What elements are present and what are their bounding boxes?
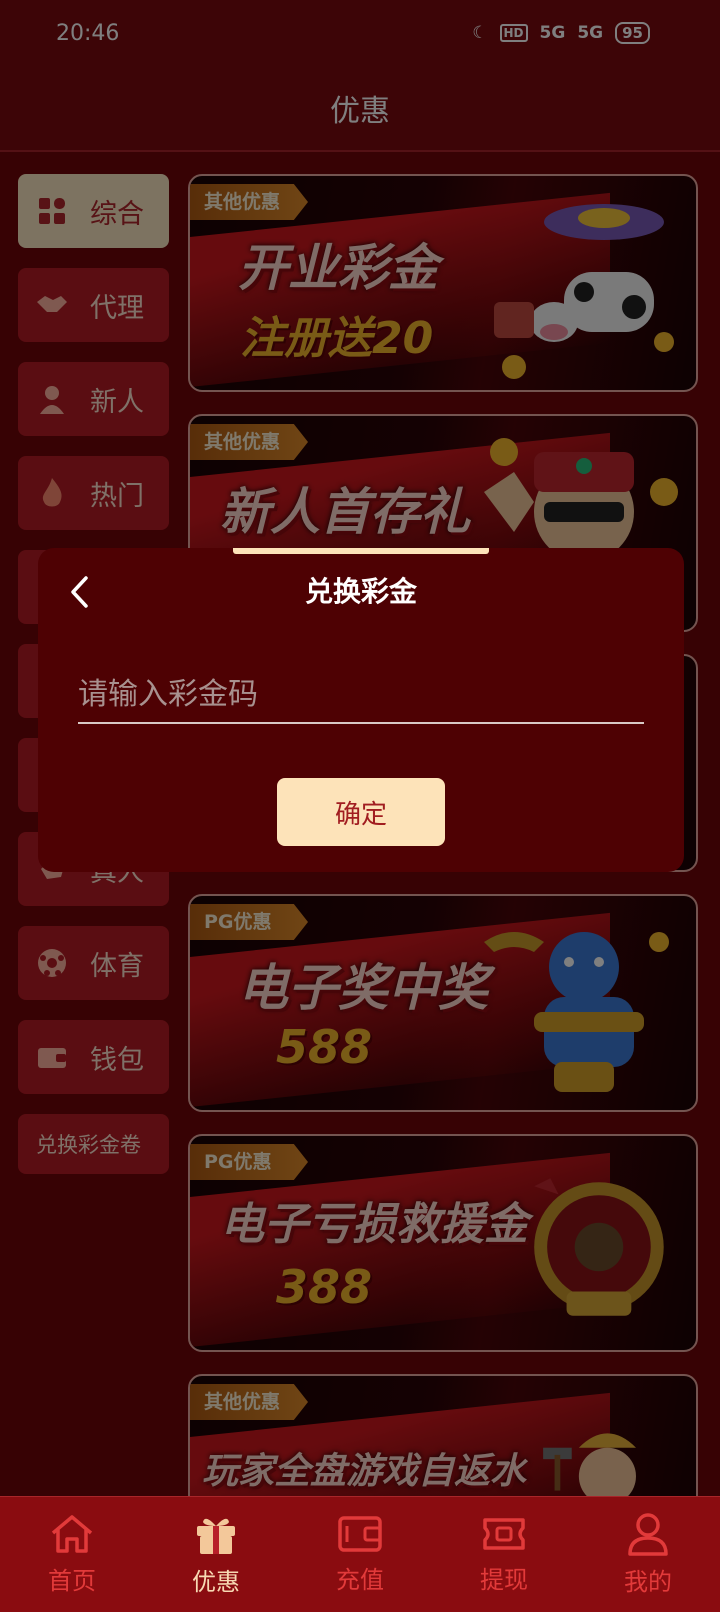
gift-icon: [197, 1518, 235, 1554]
wallet-icon: [338, 1516, 382, 1552]
tab-label: 我的: [624, 1568, 672, 1596]
redeem-dialog: 兑换彩金 确定: [38, 548, 684, 872]
ticket-icon: [483, 1518, 525, 1550]
tab-withdraw[interactable]: 提现: [432, 1497, 576, 1612]
bottom-tab-bar: 首页 优惠 充值 提现 我的: [0, 1496, 720, 1612]
dialog-accent-bar: [233, 548, 489, 554]
tab-home[interactable]: 首页: [0, 1497, 144, 1612]
confirm-button[interactable]: 确定: [277, 778, 445, 846]
tab-label: 优惠: [192, 1568, 240, 1596]
tab-label: 首页: [48, 1567, 96, 1595]
dialog-title: 兑换彩金: [304, 575, 417, 608]
tab-promotions[interactable]: 优惠: [144, 1497, 288, 1612]
home-icon: [51, 1515, 93, 1553]
bonus-code-input[interactable]: [78, 666, 644, 724]
tab-profile[interactable]: 我的: [576, 1497, 720, 1612]
user-icon: [628, 1513, 668, 1556]
tab-label: 提现: [480, 1566, 528, 1594]
tab-label: 充值: [336, 1566, 384, 1594]
tab-deposit[interactable]: 充值: [288, 1497, 432, 1612]
